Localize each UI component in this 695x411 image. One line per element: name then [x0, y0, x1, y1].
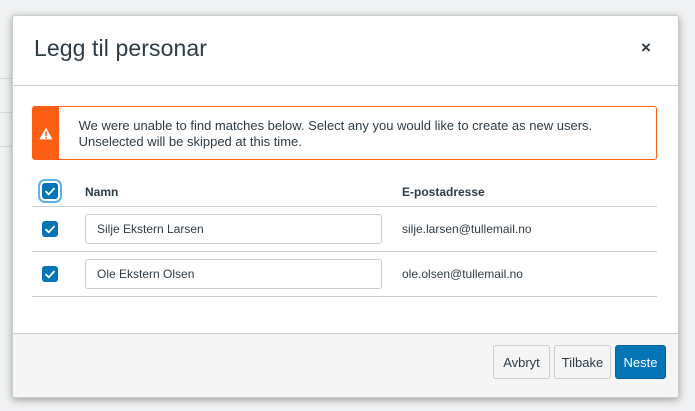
alert-icon-box: [33, 107, 59, 159]
background-divider: [0, 146, 12, 147]
checkmark-icon: [45, 225, 55, 233]
checkmark-icon: [45, 187, 55, 195]
back-button[interactable]: Tilbake: [554, 345, 611, 379]
name-input[interactable]: [85, 259, 382, 289]
select-all-checkbox[interactable]: [42, 183, 58, 199]
warning-icon: [39, 127, 53, 139]
name-input[interactable]: [85, 214, 382, 244]
alert-message: We were unable to find matches below. Se…: [78, 118, 593, 149]
row-checkbox[interactable]: [42, 221, 58, 237]
email-value: ole.olsen@tullemail.no: [402, 267, 523, 281]
modal-title: Legg til personar: [34, 35, 208, 61]
warning-alert: We were unable to find matches below. Se…: [32, 106, 657, 160]
checkmark-icon: [45, 270, 55, 278]
table-row: silje.larsen@tullemail.no: [32, 207, 657, 252]
next-button[interactable]: Neste: [615, 345, 666, 379]
row-checkbox[interactable]: [42, 266, 58, 282]
table-row: ole.olsen@tullemail.no: [32, 252, 657, 297]
close-icon: ×: [641, 38, 651, 57]
background-divider: [0, 78, 12, 79]
email-value: silje.larsen@tullemail.no: [402, 222, 532, 236]
cancel-button[interactable]: Avbryt: [493, 345, 550, 379]
modal-header: Legg til personar ×: [13, 16, 678, 86]
modal-footer: Avbryt Tilbake Neste: [13, 333, 678, 397]
column-header-email: E-postadresse: [402, 185, 485, 199]
column-header-name: Namn: [85, 185, 119, 199]
background-divider: [0, 112, 12, 113]
users-table: Namn E-postadresse silje.larsen@tullemai…: [32, 178, 657, 297]
add-people-modal: Legg til personar × We were unable to fi…: [12, 15, 679, 398]
close-button[interactable]: ×: [634, 36, 658, 60]
table-header-row: Namn E-postadresse: [32, 178, 657, 207]
